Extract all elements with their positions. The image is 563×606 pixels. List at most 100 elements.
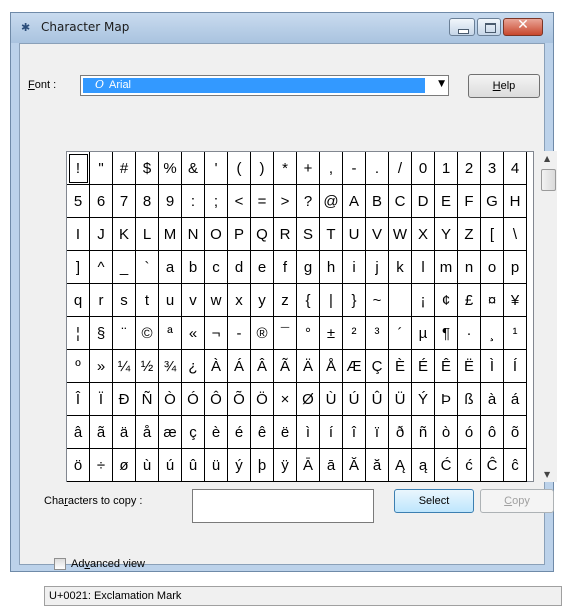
character-cell[interactable]: t (136, 284, 159, 317)
scroll-up-icon[interactable]: ▲ (544, 154, 550, 163)
character-cell[interactable]: ¸ (481, 317, 504, 350)
character-cell[interactable]: - (343, 152, 366, 185)
character-cell[interactable]: Þ (435, 383, 458, 416)
character-cell[interactable]: ă (366, 449, 389, 482)
character-cell[interactable]: ^ (90, 251, 113, 284)
character-cell[interactable]: Ò (159, 383, 182, 416)
copy-button[interactable]: Copy (480, 489, 554, 513)
character-cell[interactable]: G (481, 185, 504, 218)
character-cell[interactable]: e (251, 251, 274, 284)
vertical-scrollbar[interactable]: ▲ ▼ (540, 151, 557, 482)
character-cell[interactable]: Ñ (136, 383, 159, 416)
character-cell[interactable]: ½ (136, 350, 159, 383)
character-cell[interactable]: ĉ (504, 449, 527, 482)
character-cell[interactable]: K (113, 218, 136, 251)
character-cell[interactable]: s (113, 284, 136, 317)
character-cell[interactable]: Q (251, 218, 274, 251)
character-cell[interactable]: { (297, 284, 320, 317)
character-cell[interactable]: » (90, 350, 113, 383)
character-cell[interactable]: ³ (366, 317, 389, 350)
character-cell[interactable]: Ð (113, 383, 136, 416)
character-cell[interactable]: ç (182, 416, 205, 449)
character-cell[interactable]: < (228, 185, 251, 218)
character-cell[interactable]: / (389, 152, 412, 185)
character-cell[interactable]: * (274, 152, 297, 185)
character-cell[interactable]: c (205, 251, 228, 284)
title-bar[interactable]: ✱ Character Map ✕ (11, 13, 553, 43)
character-cell[interactable]: [ (481, 218, 504, 251)
character-cell[interactable]: á (504, 383, 527, 416)
character-cell[interactable]: Ë (458, 350, 481, 383)
character-cell[interactable]: g (297, 251, 320, 284)
character-cell[interactable]: N (182, 218, 205, 251)
character-cell[interactable]: p (504, 251, 527, 284)
character-cell[interactable]: å (136, 416, 159, 449)
character-cell[interactable]: Á (228, 350, 251, 383)
character-cell[interactable]: ¥ (504, 284, 527, 317)
character-cell[interactable]: Ü (389, 383, 412, 416)
character-cell[interactable]: C (389, 185, 412, 218)
chevron-down-icon[interactable]: ▼ (438, 79, 445, 89)
character-cell[interactable]: ê (251, 416, 274, 449)
character-cell[interactable]: : (182, 185, 205, 218)
character-cell[interactable]: Ĉ (481, 449, 504, 482)
character-cell[interactable]: Ç (366, 350, 389, 383)
character-cell[interactable]: x (228, 284, 251, 317)
character-cell[interactable]: . (366, 152, 389, 185)
character-cell[interactable]: Ê (435, 350, 458, 383)
character-cell[interactable]: ć (458, 449, 481, 482)
character-cell[interactable]: - (228, 317, 251, 350)
character-cell[interactable]: 7 (113, 185, 136, 218)
character-cell[interactable]: 0 (412, 152, 435, 185)
character-cell[interactable]: f (274, 251, 297, 284)
character-cell[interactable]: Æ (343, 350, 366, 383)
character-cell[interactable]: M (159, 218, 182, 251)
select-button[interactable]: Select (394, 489, 474, 513)
character-cell[interactable]: l (412, 251, 435, 284)
character-cell[interactable]: ß (458, 383, 481, 416)
minimize-button[interactable] (449, 18, 475, 36)
character-cell[interactable]: S (297, 218, 320, 251)
character-cell[interactable]: ( (228, 152, 251, 185)
character-cell[interactable]: v (182, 284, 205, 317)
character-cell[interactable]: u (159, 284, 182, 317)
character-cell[interactable]: í (320, 416, 343, 449)
character-cell[interactable]: Ã (274, 350, 297, 383)
character-cell[interactable]: V (366, 218, 389, 251)
character-cell[interactable]: ¨ (113, 317, 136, 350)
character-cell[interactable]: 8 (136, 185, 159, 218)
character-cell[interactable]: ä (113, 416, 136, 449)
character-cell[interactable]: m (435, 251, 458, 284)
character-cell[interactable]: = (251, 185, 274, 218)
character-cell[interactable]: Â (251, 350, 274, 383)
character-cell[interactable]: £ (458, 284, 481, 317)
character-cell[interactable]: À (205, 350, 228, 383)
character-cell[interactable]: ą (412, 449, 435, 482)
font-dropdown[interactable]: O Arial ▼ (80, 75, 449, 96)
character-cell[interactable]: Ø (297, 383, 320, 416)
character-cell[interactable]: > (274, 185, 297, 218)
character-cell[interactable]: R (274, 218, 297, 251)
character-cell[interactable] (389, 284, 412, 317)
character-cell[interactable]: Í (504, 350, 527, 383)
character-cell[interactable]: Ā (297, 449, 320, 482)
character-cell[interactable]: W (389, 218, 412, 251)
character-cell[interactable]: à (481, 383, 504, 416)
character-cell[interactable]: ¾ (159, 350, 182, 383)
character-cell[interactable]: & (182, 152, 205, 185)
character-cell[interactable]: µ (412, 317, 435, 350)
character-cell[interactable]: ã (90, 416, 113, 449)
character-cell[interactable]: ° (297, 317, 320, 350)
character-cell[interactable]: Ä (297, 350, 320, 383)
character-cell[interactable]: d (228, 251, 251, 284)
character-cell[interactable]: , (320, 152, 343, 185)
character-cell[interactable]: 6 (90, 185, 113, 218)
character-cell[interactable]: 3 (481, 152, 504, 185)
character-cell[interactable]: 5 (67, 185, 90, 218)
character-cell[interactable]: Ú (343, 383, 366, 416)
character-cell[interactable]: H (504, 185, 527, 218)
character-cell[interactable]: Z (458, 218, 481, 251)
character-cell[interactable]: % (159, 152, 182, 185)
character-cell[interactable]: è (205, 416, 228, 449)
character-cell[interactable]: ù (136, 449, 159, 482)
